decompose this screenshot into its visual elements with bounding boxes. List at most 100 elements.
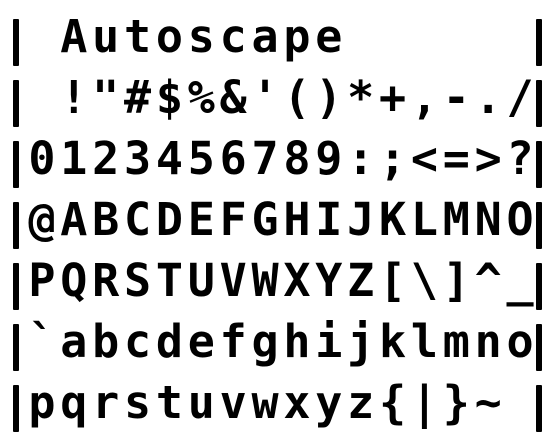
glyph: M (442, 193, 470, 246)
right-border-bar (536, 385, 542, 432)
glyph: " (92, 71, 120, 124)
glyph: ? (506, 132, 534, 185)
glyph: 9 (315, 132, 343, 185)
glyph: = (442, 132, 470, 185)
glyph: ` (28, 315, 56, 368)
glyph: ( (283, 71, 311, 124)
glyph: t (124, 10, 152, 63)
glyph: _ (506, 254, 534, 307)
glyph: 4 (155, 132, 183, 185)
glyph: R (92, 254, 120, 307)
glyph-row: 0 1 2 3 4 5 6 7 8 9:; < = >? (26, 128, 536, 189)
glyph: : (347, 132, 375, 185)
glyph: 0 (28, 132, 56, 185)
glyph: G (251, 193, 279, 246)
glyph: c (124, 315, 152, 368)
glyph: Z (347, 254, 375, 307)
glyph: D (155, 193, 183, 246)
specimen-row: Autoscape (0, 6, 558, 67)
glyph: < (410, 132, 438, 185)
glyph: ~ (474, 376, 502, 429)
glyph: w (251, 376, 279, 429)
glyph: f (219, 315, 247, 368)
glyph: P (28, 254, 56, 307)
glyph: ^ (474, 254, 502, 307)
glyph: N (474, 193, 502, 246)
glyph: + (379, 71, 407, 124)
glyph: a (251, 10, 279, 63)
glyph: p (283, 10, 311, 63)
glyph: , (410, 71, 438, 124)
glyph: 6 (219, 132, 247, 185)
glyph: s (187, 10, 215, 63)
glyph: ] (442, 254, 470, 307)
glyph: ) (315, 71, 343, 124)
glyph: [ (379, 254, 407, 307)
specimen-row: p q r s t u v w x y z{|} ~ (0, 372, 558, 433)
glyph: u (92, 10, 120, 63)
left-border-bar (13, 19, 19, 66)
glyph: m (442, 315, 470, 368)
glyph: { (379, 376, 407, 429)
glyph: Q (60, 254, 88, 307)
glyph: Y (315, 254, 343, 307)
glyph: V (219, 254, 247, 307)
glyph-row: p q r s t u v w x y z{|} ~ (26, 372, 536, 433)
glyph: S (124, 254, 152, 307)
glyph: ' (251, 71, 279, 124)
left-border-bar (13, 324, 19, 371)
glyph: E (187, 193, 215, 246)
glyph: 8 (283, 132, 311, 185)
glyph-row: P Q R S T U V W X Y Z[\] ^ _ (26, 250, 536, 311)
glyph: e (187, 315, 215, 368)
glyph: 2 (92, 132, 120, 185)
glyph: ; (379, 132, 407, 185)
right-border-bar (536, 263, 542, 310)
glyph: / (506, 71, 534, 124)
glyph: * (347, 71, 375, 124)
right-border-bar (536, 19, 542, 66)
glyph: U (187, 254, 215, 307)
glyph: z (347, 376, 375, 429)
left-border-bar (13, 141, 19, 188)
left-border-bar (13, 202, 19, 249)
glyph: B (92, 193, 120, 246)
glyph: t (155, 376, 183, 429)
glyph: h (283, 315, 311, 368)
glyph: l (410, 315, 438, 368)
glyph: o (155, 10, 183, 63)
glyph: j (347, 315, 375, 368)
glyph: W (251, 254, 279, 307)
glyph: 5 (187, 132, 215, 185)
glyph: p (28, 376, 56, 429)
glyph: i (315, 315, 343, 368)
left-border-bar (13, 263, 19, 310)
glyph: } (442, 376, 470, 429)
right-border-bar (536, 202, 542, 249)
glyph: o (506, 315, 534, 368)
glyph: s (124, 376, 152, 429)
glyph: k (379, 315, 407, 368)
glyph: | (410, 376, 438, 429)
specimen-row: ` a b c d e f g h i j k l m n o (0, 311, 558, 372)
right-border-bar (536, 141, 542, 188)
glyph: - (442, 71, 470, 124)
glyph: A (60, 193, 88, 246)
glyph: # (124, 71, 152, 124)
specimen-row: ! " # $% & '() * +, -. / (0, 67, 558, 128)
glyph: $ (155, 71, 183, 124)
glyph: O (506, 193, 534, 246)
glyph: J (347, 193, 375, 246)
glyph: . (474, 71, 502, 124)
glyph: 7 (251, 132, 279, 185)
glyph: a (60, 315, 88, 368)
glyph: & (219, 71, 247, 124)
glyph: y (315, 376, 343, 429)
glyph: K (379, 193, 407, 246)
glyph: e (315, 10, 343, 63)
glyph: g (251, 315, 279, 368)
right-border-bar (536, 80, 542, 127)
left-border-bar (13, 385, 19, 432)
glyph: d (155, 315, 183, 368)
glyph: A (60, 10, 88, 63)
